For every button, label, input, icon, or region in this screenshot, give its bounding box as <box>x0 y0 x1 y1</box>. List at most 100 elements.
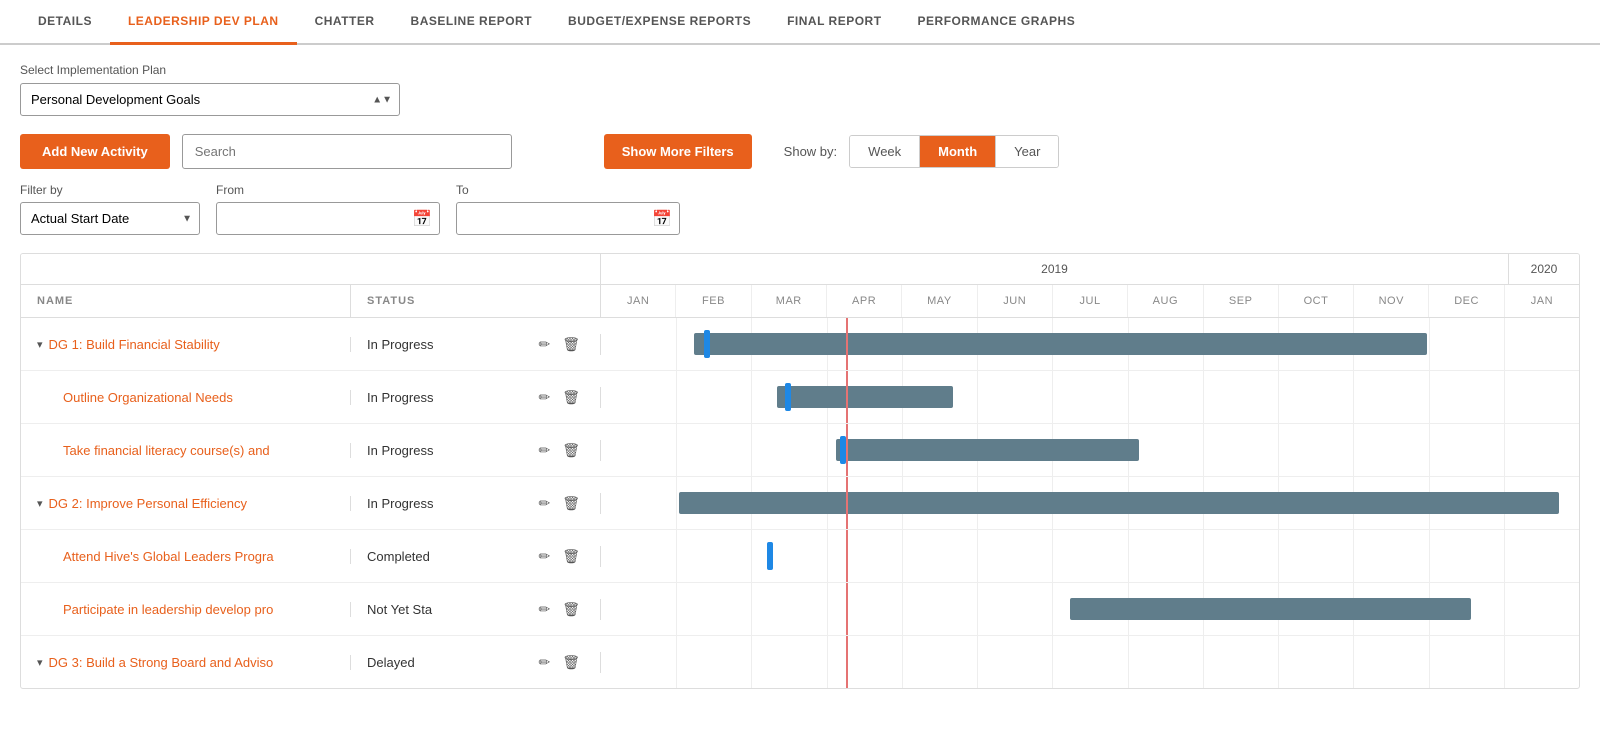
grid-line <box>902 636 903 688</box>
delete-icon[interactable]: 🗑 <box>558 599 584 620</box>
gantt-chart: 2019 2020 NAME STATUS JANFEBMARAPRMAYJUN… <box>20 253 1580 689</box>
gantt-milestone <box>704 330 710 358</box>
gantt-cell-name: Take financial literacy course(s) and <box>21 443 351 458</box>
action-icons-group: ✏🗑 <box>534 440 584 461</box>
gantt-row: ▾ DG 3: Build a Strong Board and Adviso De… <box>21 636 1579 688</box>
grid-line <box>676 318 677 370</box>
status-badge: Not Yet Sta <box>367 602 432 617</box>
gantt-month-sep: SEP <box>1204 285 1279 317</box>
from-date-input[interactable] <box>216 202 440 235</box>
status-badge: In Progress <box>367 496 433 511</box>
show-by-group: WeekMonthYear <box>849 135 1059 168</box>
grid-line <box>1429 318 1430 370</box>
expand-collapse-icon[interactable]: ▾ <box>37 497 43 510</box>
expand-collapse-icon[interactable]: ▾ <box>37 338 43 351</box>
from-group: From 📅 <box>216 183 440 235</box>
gantt-name-header: NAME <box>21 285 351 317</box>
edit-icon[interactable]: ✏ <box>534 652 554 673</box>
plan-select[interactable]: Personal Development GoalsOption 2Option… <box>20 83 400 116</box>
nav-tab-performance[interactable]: PERFORMANCE GRAPHS <box>900 0 1094 45</box>
show-more-filters-button[interactable]: Show More Filters <box>604 134 752 169</box>
grid-line <box>827 636 828 688</box>
gantt-cell-status: Completed ✏🗑 <box>351 546 601 567</box>
gantt-cell-status: In Progress✏🗑 <box>351 387 601 408</box>
nav-tab-baseline[interactable]: BASELINE REPORT <box>393 0 551 45</box>
filter-by-select[interactable]: Actual Start DatePlanned Start DateEnd D… <box>20 202 200 235</box>
grid-line <box>676 636 677 688</box>
grid-line <box>1052 371 1053 423</box>
gantt-milestone <box>840 436 846 464</box>
show-by-week-button[interactable]: Week <box>850 136 920 167</box>
gantt-row: ▾ DG 1: Build Financial Stability In Progr… <box>21 318 1579 371</box>
delete-icon[interactable]: 🗑 <box>558 546 584 567</box>
edit-icon[interactable]: ✏ <box>534 440 554 461</box>
gantt-col-headers: NAME STATUS JANFEBMARAPRMAYJUNJULAUGSEPO… <box>21 285 1579 318</box>
edit-icon[interactable]: ✏ <box>534 334 554 355</box>
gantt-month-dec: DEC <box>1429 285 1504 317</box>
gantt-year-header: 2019 2020 <box>21 254 1579 285</box>
grid-line <box>751 424 752 476</box>
to-date-input[interactable] <box>456 202 680 235</box>
nav-tab-details[interactable]: DETAILS <box>20 0 110 45</box>
gantt-item-name[interactable]: Take financial literacy course(s) and <box>63 443 270 458</box>
gantt-row: Participate in leadership develop pro Not… <box>21 583 1579 636</box>
gantt-cell-name: ▾ DG 2: Improve Personal Efficiency <box>21 496 351 511</box>
status-badge: Delayed <box>367 655 415 670</box>
grid-line <box>1203 636 1204 688</box>
edit-icon[interactable]: ✏ <box>534 599 554 620</box>
gantt-item-name[interactable]: Outline Organizational Needs <box>63 390 233 405</box>
grid-line <box>751 583 752 635</box>
gantt-item-name[interactable]: Participate in leadership develop pro <box>63 602 273 617</box>
grid-line <box>1504 583 1505 635</box>
gantt-row: Attend Hive's Global Leaders Progra Compl… <box>21 530 1579 583</box>
gantt-item-name[interactable]: DG 1: Build Financial Stability <box>49 337 220 352</box>
grid-line <box>751 371 752 423</box>
nav-tab-leadership[interactable]: LEADERSHIP DEV PLAN <box>110 0 297 45</box>
grid-line <box>977 371 978 423</box>
gantt-cell-status: Not Yet Sta ✏🗑 <box>351 599 601 620</box>
delete-icon[interactable]: 🗑 <box>558 387 584 408</box>
delete-icon[interactable]: 🗑 <box>558 334 584 355</box>
nav-tab-chatter[interactable]: CHATTER <box>297 0 393 45</box>
gantt-item-name[interactable]: Attend Hive's Global Leaders Progra <box>63 549 274 564</box>
add-activity-button[interactable]: Add New Activity <box>20 134 170 169</box>
gantt-cell-name: Outline Organizational Needs <box>21 390 351 405</box>
gantt-bar <box>777 386 953 408</box>
today-line <box>846 371 848 423</box>
grid-line <box>827 424 828 476</box>
delete-icon[interactable]: 🗑 <box>558 652 584 673</box>
gantt-row: ▾ DG 2: Improve Personal Efficiency In Pro… <box>21 477 1579 530</box>
gantt-item-name[interactable]: DG 3: Build a Strong Board and Adviso <box>49 655 274 670</box>
filter-by-label: Filter by <box>20 183 200 197</box>
action-icons-group: ✏🗑 <box>534 599 584 620</box>
grid-line <box>1128 530 1129 582</box>
edit-icon[interactable]: ✏ <box>534 387 554 408</box>
nav-tab-budget[interactable]: BUDGET/EXPENSE REPORTS <box>550 0 769 45</box>
edit-icon[interactable]: ✏ <box>534 493 554 514</box>
nav-tab-final[interactable]: FINAL REPORT <box>769 0 899 45</box>
gantt-cell-status: In Progress ✏🗑 <box>351 493 601 514</box>
gantt-cell-name: Participate in leadership develop pro <box>21 602 351 617</box>
gantt-bar-area <box>601 424 1579 476</box>
gantt-cell-status: In Progress✏🗑 <box>351 334 601 355</box>
grid-line <box>1504 318 1505 370</box>
status-badge: Completed <box>367 549 430 564</box>
today-line <box>846 530 848 582</box>
grid-line <box>1429 530 1430 582</box>
gantt-cell-name: ▾ DG 1: Build Financial Stability <box>21 337 351 352</box>
gantt-months-header: JANFEBMARAPRMAYJUNJULAUGSEPOCTNOVDECJAN <box>601 285 1579 317</box>
gantt-month-mar: MAR <box>752 285 827 317</box>
delete-icon[interactable]: 🗑 <box>558 493 584 514</box>
gantt-item-name[interactable]: DG 2: Improve Personal Efficiency <box>49 496 247 511</box>
grid-line <box>1353 530 1354 582</box>
delete-icon[interactable]: 🗑 <box>558 440 584 461</box>
grid-line <box>1429 424 1430 476</box>
filter-by-group: Filter by Actual Start DatePlanned Start… <box>20 183 200 235</box>
show-by-year-button[interactable]: Year <box>996 136 1058 167</box>
expand-collapse-icon[interactable]: ▾ <box>37 656 43 669</box>
gantt-cell-name: Attend Hive's Global Leaders Progra <box>21 549 351 564</box>
grid-line <box>1278 636 1279 688</box>
edit-icon[interactable]: ✏ <box>534 546 554 567</box>
show-by-month-button[interactable]: Month <box>920 136 996 167</box>
search-input[interactable] <box>182 134 512 169</box>
